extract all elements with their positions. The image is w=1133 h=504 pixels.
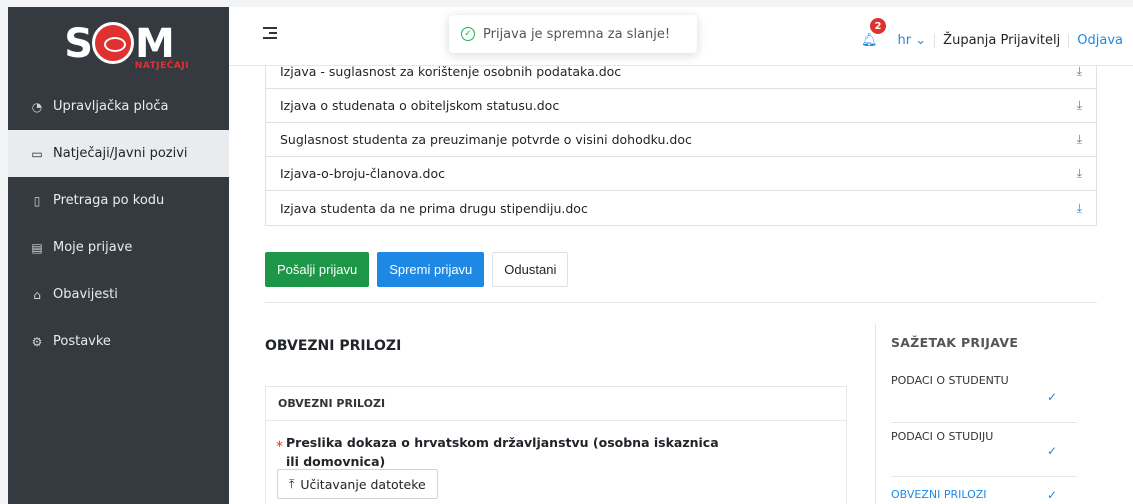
summary-item-student-data[interactable]: PODACI O STUDENTU ✓	[891, 371, 1077, 423]
document-name: Suglasnost studenta za preuzimanje potvr…	[280, 132, 692, 147]
logo-letter-m: M	[135, 20, 175, 67]
main-content: Izjava - suglasnost za korištenje osobni…	[229, 66, 1133, 504]
notification-bell-icon[interactable]: 🔔︎	[861, 33, 878, 48]
summary-item-label: OBVEZNI PRILOZI	[891, 488, 987, 501]
sidebar-nav: ◔ Upravljačka ploča ▭ Natječaji/Javni po…	[8, 83, 237, 365]
sidebar-item-dashboard[interactable]: ◔ Upravljačka ploča	[8, 83, 229, 130]
document-name: Izjava studenta da ne prima drugu stipen…	[280, 200, 588, 216]
language-selector[interactable]: hr ⌄	[898, 33, 927, 48]
action-buttons: Pošalji prijavu Spremi prijavu Odustani	[265, 252, 569, 287]
check-icon: ✓	[1046, 390, 1057, 404]
toast-message: Prijava je spremna za slanje!	[483, 26, 671, 42]
document-list: Izjava - suglasnost za korištenje osobni…	[265, 66, 1097, 226]
document-search-icon: ▯	[33, 193, 41, 208]
check-icon: ✓	[1046, 488, 1057, 502]
dashboard-icon: ◔	[31, 99, 43, 114]
sidebar-item-label: Postavke	[53, 334, 111, 349]
section-title: OBVEZNI PRILOZI	[265, 338, 402, 354]
download-icon[interactable]: ⤓	[1077, 132, 1082, 147]
summary-title: SAŽETAK PRIJAVE	[891, 335, 1019, 350]
sidebar-item-label: Pretraga po kodu	[53, 193, 165, 208]
summary-item-attachments[interactable]: OBVEZNI PRILOZI ✓	[891, 487, 1077, 504]
divider	[934, 33, 936, 48]
summary-item-label: PODACI O STUDENTU	[891, 374, 1009, 387]
document-icon: ▤	[31, 240, 43, 255]
card-title: OBVEZNI PRILOZI	[266, 387, 846, 421]
menu-toggle-icon[interactable]	[263, 27, 277, 41]
user-name: Županja Prijavitelj	[943, 33, 1061, 48]
success-toast: ✓ Prijava je spremna za slanje!	[449, 15, 697, 53]
download-icon[interactable]: ⤓	[1077, 201, 1082, 216]
sidebar-item-my-applications[interactable]: ▤ Moje prijave	[8, 224, 229, 271]
download-icon[interactable]: ⤓	[1077, 66, 1082, 79]
document-name: Izjava - suglasnost za korištenje osobni…	[280, 66, 622, 79]
divider	[1068, 33, 1070, 48]
check-icon: ✓	[1046, 444, 1057, 458]
sidebar-item-label: Moje prijave	[53, 240, 133, 255]
list-item: Izjava-o-broju-članova.doc ⤓	[266, 157, 1096, 191]
sidebar-item-search-by-code[interactable]: ▯ Pretraga po kodu	[8, 177, 229, 224]
sidebar-item-settings[interactable]: ⚙ Postavke	[8, 318, 229, 365]
application-summary: SAŽETAK PRIJAVE PODACI O STUDENTU ✓ PODA…	[875, 323, 1083, 504]
divider	[265, 302, 1097, 303]
document-name: Izjava-o-broju-članova.doc	[280, 166, 445, 181]
check-circle-icon: ✓	[461, 27, 475, 41]
top-bar: ✓ Prijava je spremna za slanje! 🔔︎ 2 hr …	[229, 7, 1133, 66]
user-menu: hr ⌄ Županja Prijavitelj Odjava	[898, 33, 1123, 48]
list-item: Izjava o studenata o obiteljskom statusu…	[266, 89, 1096, 123]
download-icon[interactable]: ⤓	[1077, 98, 1082, 113]
save-application-button[interactable]: Spremi prijavu	[377, 252, 485, 287]
gear-icon: ⚙	[31, 334, 43, 349]
notification-badge: 2	[870, 18, 886, 34]
sidebar-item-competitions[interactable]: ▭ Natječaji/Javni pozivi	[8, 130, 237, 177]
upload-file-button[interactable]: ⤒ Učitavanje datoteke	[277, 469, 438, 499]
download-icon[interactable]: ⤓	[1077, 166, 1082, 181]
upload-label: Učitavanje datoteke	[300, 476, 426, 492]
list-item: Izjava studenta da ne prima drugu stipen…	[266, 191, 1096, 225]
logout-link[interactable]: Odjava	[1077, 33, 1123, 48]
language-label: hr	[897, 33, 912, 48]
sidebar-item-label: Obavijesti	[53, 287, 118, 302]
bell-icon: ⌂	[33, 287, 41, 302]
sidebar-item-notifications[interactable]: ⌂ Obavijesti	[8, 271, 229, 318]
logo-letter-s: S	[64, 20, 93, 67]
list-item: Izjava - suglasnost za korištenje osobni…	[266, 66, 1096, 89]
document-name: Izjava o studenata o obiteljskom statusu…	[280, 98, 560, 113]
summary-item-label: PODACI O STUDIJU	[891, 430, 994, 443]
summary-item-study-data[interactable]: PODACI O STUDIJU ✓	[891, 427, 1077, 477]
field-label: Preslika dokaza o hrvatskom državljanstv…	[286, 435, 719, 469]
cancel-button[interactable]: Odustani	[492, 252, 569, 287]
logo-subtitle: NATJEČAJI	[134, 61, 189, 71]
upload-icon: ⤒	[289, 476, 295, 491]
attachments-card: OBVEZNI PRILOZI * Preslika dokaza o hrva…	[265, 386, 847, 504]
folder-open-icon: ▭	[31, 146, 43, 161]
logo-emblem-icon	[92, 21, 134, 64]
sidebar-item-label: Upravljačka ploča	[53, 99, 169, 114]
chevron-down-icon: ⌄	[915, 33, 927, 48]
logo[interactable]: SM NATJEČAJI	[8, 7, 229, 83]
sidebar: SM NATJEČAJI ◔ Upravljačka ploča ▭ Natje…	[8, 7, 237, 504]
list-item: Suglasnost studenta za preuzimanje potvr…	[266, 123, 1096, 157]
submit-application-button[interactable]: Pošalji prijavu	[265, 252, 370, 287]
sidebar-item-label: Natječaji/Javni pozivi	[53, 146, 188, 161]
required-asterisk: *	[276, 439, 283, 455]
